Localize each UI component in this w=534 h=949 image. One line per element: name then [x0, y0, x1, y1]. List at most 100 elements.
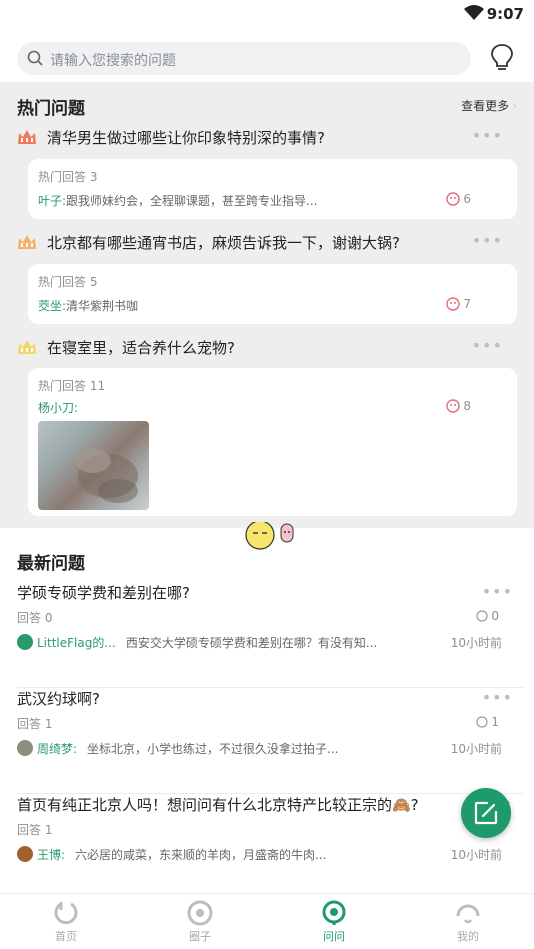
avatar[interactable] [17, 846, 33, 862]
more-options-icon[interactable]: ••• [472, 126, 503, 145]
profile-icon [456, 904, 480, 924]
tab-ask[interactable]: 问问 [294, 900, 374, 944]
hot-questions-section: 热门问题 查看更多 › 清华男生做过哪些让你印象特别深的事情? ••• 热门回答 … [0, 82, 534, 528]
question-item[interactable]: 首页有纯正北京人吗！想问问有什么北京特产比较正宗的🙈? ••• 回答 1 王博:… [17, 794, 523, 900]
hot-question-text: 北京都有哪些通宵书店，麻烦告诉我一下，谢谢大锅? [47, 234, 400, 252]
tab-ask-label: 问问 [323, 930, 345, 943]
more-options-icon[interactable]: ••• [482, 688, 513, 707]
more-options-icon[interactable]: ••• [482, 582, 513, 601]
latest-answer-preview: 周绮梦: 坐标北京，小学也练过，不过很久没拿过拍子... [17, 740, 339, 757]
hot-answer-count: 热门回答 11 [38, 379, 106, 393]
likes-count[interactable]: 8 [446, 399, 471, 413]
mascot-icon [245, 522, 294, 550]
more-options-icon[interactable]: ••• [472, 336, 503, 355]
search-input[interactable]: 请输入您搜索的问题 [17, 42, 471, 75]
answer-text: 坐标北京，小学也练过，不过很久没拿过拍子... [87, 742, 339, 756]
hot-header: 热门问题 查看更多 › [17, 94, 517, 119]
home-icon [54, 902, 78, 925]
search-icon [27, 50, 43, 66]
timestamp: 10小时前 [450, 848, 502, 862]
avatar[interactable] [17, 634, 33, 650]
likes-value: 6 [463, 192, 471, 206]
more-options-icon[interactable]: ••• [472, 231, 503, 250]
answer-text: 清华紫荆书咖 [66, 299, 139, 313]
see-more-link[interactable]: 查看更多 › [461, 97, 517, 114]
emoji-face-icon [446, 297, 461, 311]
answer-count: 回答 1 [17, 717, 53, 731]
answer-image[interactable] [38, 421, 149, 510]
photo-texture [75, 449, 138, 503]
question-text: 学硕专硕学费和差别在哪? [17, 584, 190, 602]
wifi-icon [464, 5, 484, 20]
crown-icon [18, 340, 36, 354]
answer-count: 回答 1 [17, 823, 53, 837]
likes-count[interactable]: 7 [446, 297, 471, 311]
answer-preview: 杨小刀: [38, 399, 78, 416]
hot-title: 热门问题 [17, 99, 85, 119]
likes-value: 7 [463, 297, 471, 311]
tab-circle-label: 圈子 [189, 930, 211, 943]
likes-value: 8 [463, 399, 471, 413]
hot-answer-count: 热门回答 5 [38, 275, 98, 289]
likes-value: 1 [491, 715, 499, 729]
crown-icon [18, 130, 36, 144]
question-text: 首页有纯正北京人吗！想问问有什么北京特产比较正宗的🙈? [17, 796, 419, 814]
avatar[interactable] [17, 740, 33, 756]
question-item[interactable]: 学硕专硕学费和差别在哪? ••• 回答 0 0 LittleFlag的... 西安… [17, 582, 523, 688]
tab-me-label: 我的 [457, 930, 479, 943]
hot-question-row[interactable]: 在寝室里，适合养什么宠物? ••• [17, 336, 517, 360]
emoji-face-icon [476, 716, 488, 728]
answer-preview: 叶子:跟我师妹约会，全程聊课题，甚至跨专业指导... [38, 192, 318, 209]
bottom-tab-bar: 首页 圈子 问问 我的 [0, 893, 534, 949]
answer-text: 西安交大学硕专硕学费和差别在哪？有没有知... [125, 636, 378, 650]
hot-question-row[interactable]: 北京都有哪些通宵书店，麻烦告诉我一下，谢谢大锅? ••• [17, 231, 517, 255]
answer-author[interactable]: LittleFlag的... [37, 636, 116, 650]
latest-answer-preview: 王博: 六必居的咸菜，东来顺的羊肉，月盛斋的牛肉... [17, 846, 327, 863]
answer-author[interactable]: 王博: [37, 848, 65, 862]
timestamp: 10小时前 [450, 636, 502, 650]
tab-home-label: 首页 [55, 930, 77, 943]
newest-title: 最新问题 [17, 554, 85, 574]
emoji-face-icon [446, 192, 461, 206]
hot-question-text: 清华男生做过哪些让你印象特别深的事情? [47, 129, 325, 147]
question-text: 武汉约球啊? [17, 690, 100, 708]
hot-answer-count: 热门回答 3 [38, 170, 98, 184]
answer-preview: 茭坐:清华紫荆书咖 [38, 297, 138, 314]
likes-value: 0 [491, 609, 499, 623]
answer-text: 六必居的咸菜，东来顺的羊肉，月盛斋的牛肉... [75, 848, 327, 862]
hot-answer-card[interactable]: 热门回答 5 茭坐:清华紫荆书咖 7 [28, 264, 517, 324]
edit-icon [474, 801, 498, 825]
tab-me[interactable]: 我的 [428, 900, 508, 944]
search-placeholder: 请输入您搜索的问题 [50, 53, 176, 69]
hot-answer-card[interactable]: 热门回答 11 杨小刀: 8 [28, 368, 517, 516]
see-more-label: 查看更多 [461, 99, 510, 113]
tab-circle[interactable]: 圈子 [160, 900, 240, 944]
crown-icon [18, 235, 36, 249]
lightbulb-icon[interactable] [490, 43, 514, 73]
circle-icon [187, 900, 213, 926]
latest-answer-preview: LittleFlag的... 西安交大学硕专硕学费和差别在哪？有没有知... [17, 634, 377, 651]
hot-question-row[interactable]: 清华男生做过哪些让你印象特别深的事情? ••• [17, 126, 517, 150]
answer-count: 回答 0 [17, 611, 53, 625]
chevron-right-icon: › [512, 99, 517, 113]
ask-question-button[interactable] [461, 788, 511, 838]
answer-author: 叶子: [38, 194, 67, 208]
answer-text: 跟我师妹约会，全程聊课题，甚至跨专业指导... [66, 194, 318, 208]
likes-count[interactable]: 0 [476, 609, 499, 623]
status-bar: 9:07 [0, 0, 534, 30]
question-item[interactable]: 武汉约球啊? ••• 回答 1 1 周绮梦: 坐标北京，小学也练过，不过很久没拿过… [17, 688, 523, 794]
answer-author: 茭坐: [38, 299, 67, 313]
emoji-face-icon [476, 610, 488, 622]
likes-count[interactable]: 6 [446, 192, 471, 206]
tab-home[interactable]: 首页 [26, 900, 106, 944]
timestamp: 10小时前 [450, 742, 502, 756]
clock: 9:07 [486, 5, 524, 23]
hot-answer-card[interactable]: 热门回答 3 叶子:跟我师妹约会，全程聊课题，甚至跨专业指导... 6 [28, 159, 517, 219]
search-row: 请输入您搜索的问题 [0, 40, 534, 80]
hot-question-text: 在寝室里，适合养什么宠物? [47, 339, 235, 357]
emoji-face-icon [446, 399, 461, 413]
answer-author[interactable]: 周绮梦: [37, 742, 77, 756]
likes-count[interactable]: 1 [476, 715, 499, 729]
answer-author: 杨小刀: [38, 401, 79, 415]
ask-icon [322, 900, 346, 925]
